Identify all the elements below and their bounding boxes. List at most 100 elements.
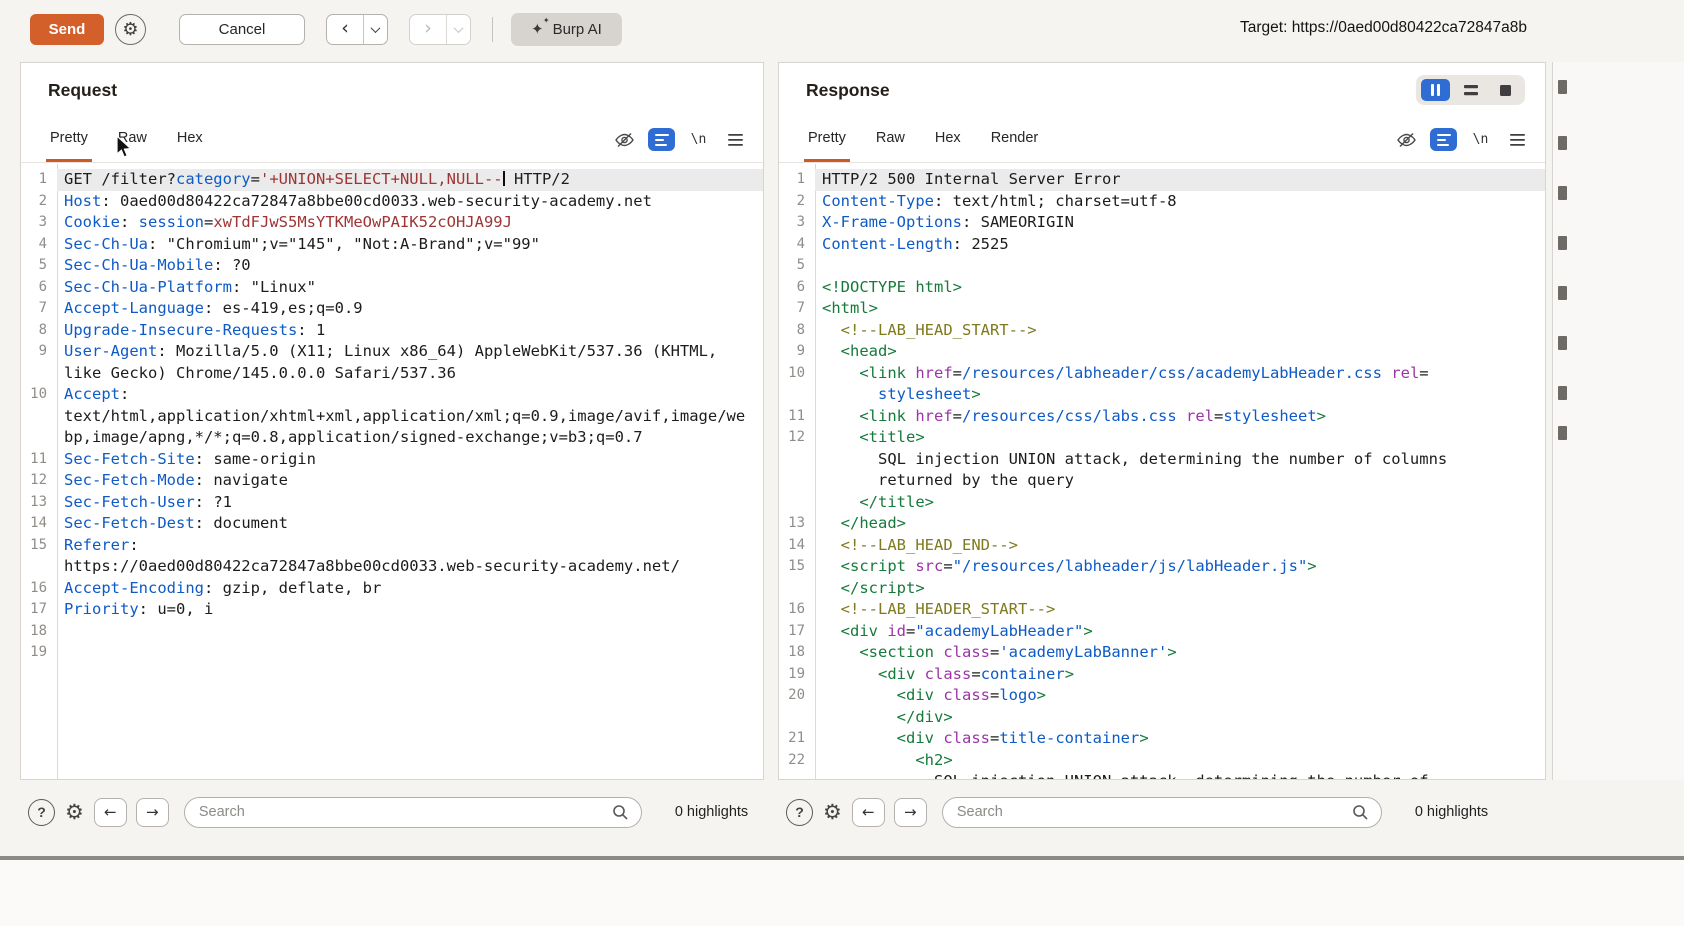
code-row[interactable]: 17Priority: u=0, i [21, 599, 763, 621]
code-row[interactable]: </div> [779, 707, 1545, 729]
code-row[interactable]: 9User-Agent: Mozilla/5.0 (X11; Linux x86… [21, 341, 763, 363]
cancel-button[interactable]: Cancel [179, 14, 305, 45]
code-row[interactable]: 6<!DOCTYPE html> [779, 277, 1545, 299]
back-history-dropdown[interactable] [364, 15, 387, 44]
search-icon [1352, 804, 1369, 821]
send-settings-button[interactable]: ⚙ [115, 14, 146, 45]
code-row[interactable]: 13 </head> [779, 513, 1545, 535]
code-row[interactable]: SQL injection UNION attack, determining … [779, 771, 1545, 779]
burp-ai-button[interactable]: ✦✦ Burp AI [511, 13, 622, 46]
code-row[interactable]: 6Sec-Ch-Ua-Platform: "Linux" [21, 277, 763, 299]
layout-toggle-group [1416, 75, 1525, 105]
code-row[interactable]: 16Accept-Encoding: gzip, deflate, br [21, 578, 763, 600]
layout-columns-button[interactable] [1421, 79, 1450, 101]
code-row[interactable]: https://0aed00d80422ca72847a8bbe00cd0033… [21, 556, 763, 578]
previous-match-button[interactable]: ← [852, 798, 885, 827]
search-input[interactable] [184, 797, 642, 828]
show-newlines-icon[interactable]: \n [685, 128, 712, 151]
code-row[interactable]: 11Sec-Fetch-Site: same-origin [21, 449, 763, 471]
code-row[interactable]: 15 <script src="/resources/labheader/js/… [779, 556, 1545, 578]
code-row[interactable]: 1HTTP/2 500 Internal Server Error [779, 169, 1545, 191]
code-row[interactable]: 5 [779, 255, 1545, 277]
pretty-print-toggle-icon[interactable] [648, 128, 675, 151]
tab-hex[interactable]: Hex [173, 117, 207, 162]
code-row[interactable]: 12Sec-Fetch-Mode: navigate [21, 470, 763, 492]
send-button[interactable]: Send [30, 14, 104, 45]
pretty-print-toggle-icon[interactable] [1430, 128, 1457, 151]
response-editor[interactable]: 1HTTP/2 500 Internal Server Error2Conten… [779, 164, 1545, 779]
code-row[interactable]: 5Sec-Ch-Ua-Mobile: ?0 [21, 255, 763, 277]
hide-highlighting-icon[interactable] [611, 128, 638, 151]
code-row[interactable]: bp,image/apng,*/*;q=0.8,application/sign… [21, 427, 763, 449]
code-row[interactable]: 14 <!--LAB_HEAD_END--> [779, 535, 1545, 557]
code-row[interactable]: 7<html> [779, 298, 1545, 320]
code-row[interactable]: 19 [21, 642, 763, 664]
code-row[interactable]: 17 <div id="academyLabHeader"> [779, 621, 1545, 643]
editor-menu-icon[interactable] [1504, 128, 1531, 151]
code-row[interactable]: 15Referer: [21, 535, 763, 557]
line-number: 18 [779, 642, 815, 664]
code-row[interactable]: 9 <head> [779, 341, 1545, 363]
code-row[interactable]: 22 <h2> [779, 750, 1545, 772]
code-row[interactable]: 18 [21, 621, 763, 643]
code-row[interactable]: 18 <section class='academyLabBanner'> [779, 642, 1545, 664]
highlights-count: 0 highlights [675, 804, 748, 820]
request-editor[interactable]: 1GET /filter?category='+UNION+SELECT+NUL… [21, 164, 763, 779]
code-row[interactable]: SQL injection UNION attack, determining … [779, 449, 1545, 471]
code-row[interactable]: 21 <div class=title-container> [779, 728, 1545, 750]
code-row[interactable]: 4Content-Length: 2525 [779, 234, 1545, 256]
code-row[interactable]: 3X-Frame-Options: SAMEORIGIN [779, 212, 1545, 234]
code-row[interactable]: text/html,application/xhtml+xml,applicat… [21, 406, 763, 428]
help-icon[interactable]: ? [786, 799, 813, 826]
search-input[interactable] [942, 797, 1382, 828]
editor-menu-icon[interactable] [722, 128, 749, 151]
tab-raw[interactable]: Raw [872, 117, 909, 162]
code-row[interactable]: 12 <title> [779, 427, 1545, 449]
code-row[interactable]: 10 <link href=/resources/labheader/css/a… [779, 363, 1545, 385]
code-row[interactable]: 7Accept-Language: es-419,es;q=0.9 [21, 298, 763, 320]
tab-pretty[interactable]: Pretty [46, 117, 92, 162]
layout-rows-button[interactable] [1456, 79, 1485, 101]
line-number: 16 [21, 578, 57, 600]
code-row[interactable]: 1GET /filter?category='+UNION+SELECT+NUL… [21, 169, 763, 191]
line-number [779, 578, 815, 600]
hide-highlighting-icon[interactable] [1393, 128, 1420, 151]
line-number: 17 [21, 599, 57, 621]
next-match-button[interactable]: → [894, 798, 927, 827]
code-row[interactable]: </title> [779, 492, 1545, 514]
code-row[interactable]: 19 <div class=container> [779, 664, 1545, 686]
previous-match-button[interactable]: ← [94, 798, 127, 827]
tab-pretty[interactable]: Pretty [804, 117, 850, 162]
line-number: 15 [779, 556, 815, 578]
code-row[interactable]: 20 <div class=logo> [779, 685, 1545, 707]
show-newlines-icon[interactable]: \n [1467, 128, 1494, 151]
code-row[interactable]: 14Sec-Fetch-Dest: document [21, 513, 763, 535]
code-row[interactable]: 16 <!--LAB_HEADER_START--> [779, 599, 1545, 621]
code-row[interactable]: 3Cookie: session=xwTdFJwS5MsYTKMeOwPAIK5… [21, 212, 763, 234]
help-icon[interactable]: ? [28, 799, 55, 826]
code-row[interactable]: </script> [779, 578, 1545, 600]
code-row[interactable]: 2Content-Type: text/html; charset=utf-8 [779, 191, 1545, 213]
tab-render[interactable]: Render [987, 117, 1043, 162]
code-row[interactable]: 4Sec-Ch-Ua: "Chromium";v="145", "Not:A-B… [21, 234, 763, 256]
search-settings-icon[interactable]: ⚙ [823, 800, 842, 824]
code-row[interactable]: stylesheet> [779, 384, 1545, 406]
forward-button[interactable]: › [410, 15, 447, 44]
code-row[interactable]: 10Accept: [21, 384, 763, 406]
code-row[interactable]: 13Sec-Fetch-User: ?1 [21, 492, 763, 514]
burp-ai-label: Burp AI [553, 21, 602, 38]
code-row[interactable]: returned by the query [779, 470, 1545, 492]
code-row[interactable]: 11 <link href=/resources/css/labs.css re… [779, 406, 1545, 428]
layout-single-button[interactable] [1491, 79, 1520, 101]
code-text: Sec-Fetch-Site: same-origin [57, 449, 763, 471]
next-match-button[interactable]: → [136, 798, 169, 827]
code-row[interactable]: 2Host: 0aed00d80422ca72847a8bbe00cd0033.… [21, 191, 763, 213]
tab-hex[interactable]: Hex [931, 117, 965, 162]
code-text: </title> [815, 492, 1545, 514]
back-button[interactable]: ‹ [327, 15, 364, 44]
code-row[interactable]: like Gecko) Chrome/145.0.0.0 Safari/537.… [21, 363, 763, 385]
search-settings-icon[interactable]: ⚙ [65, 800, 84, 824]
code-row[interactable]: 8 <!--LAB_HEAD_START--> [779, 320, 1545, 342]
code-row[interactable]: 8Upgrade-Insecure-Requests: 1 [21, 320, 763, 342]
forward-history-dropdown[interactable] [447, 15, 470, 44]
